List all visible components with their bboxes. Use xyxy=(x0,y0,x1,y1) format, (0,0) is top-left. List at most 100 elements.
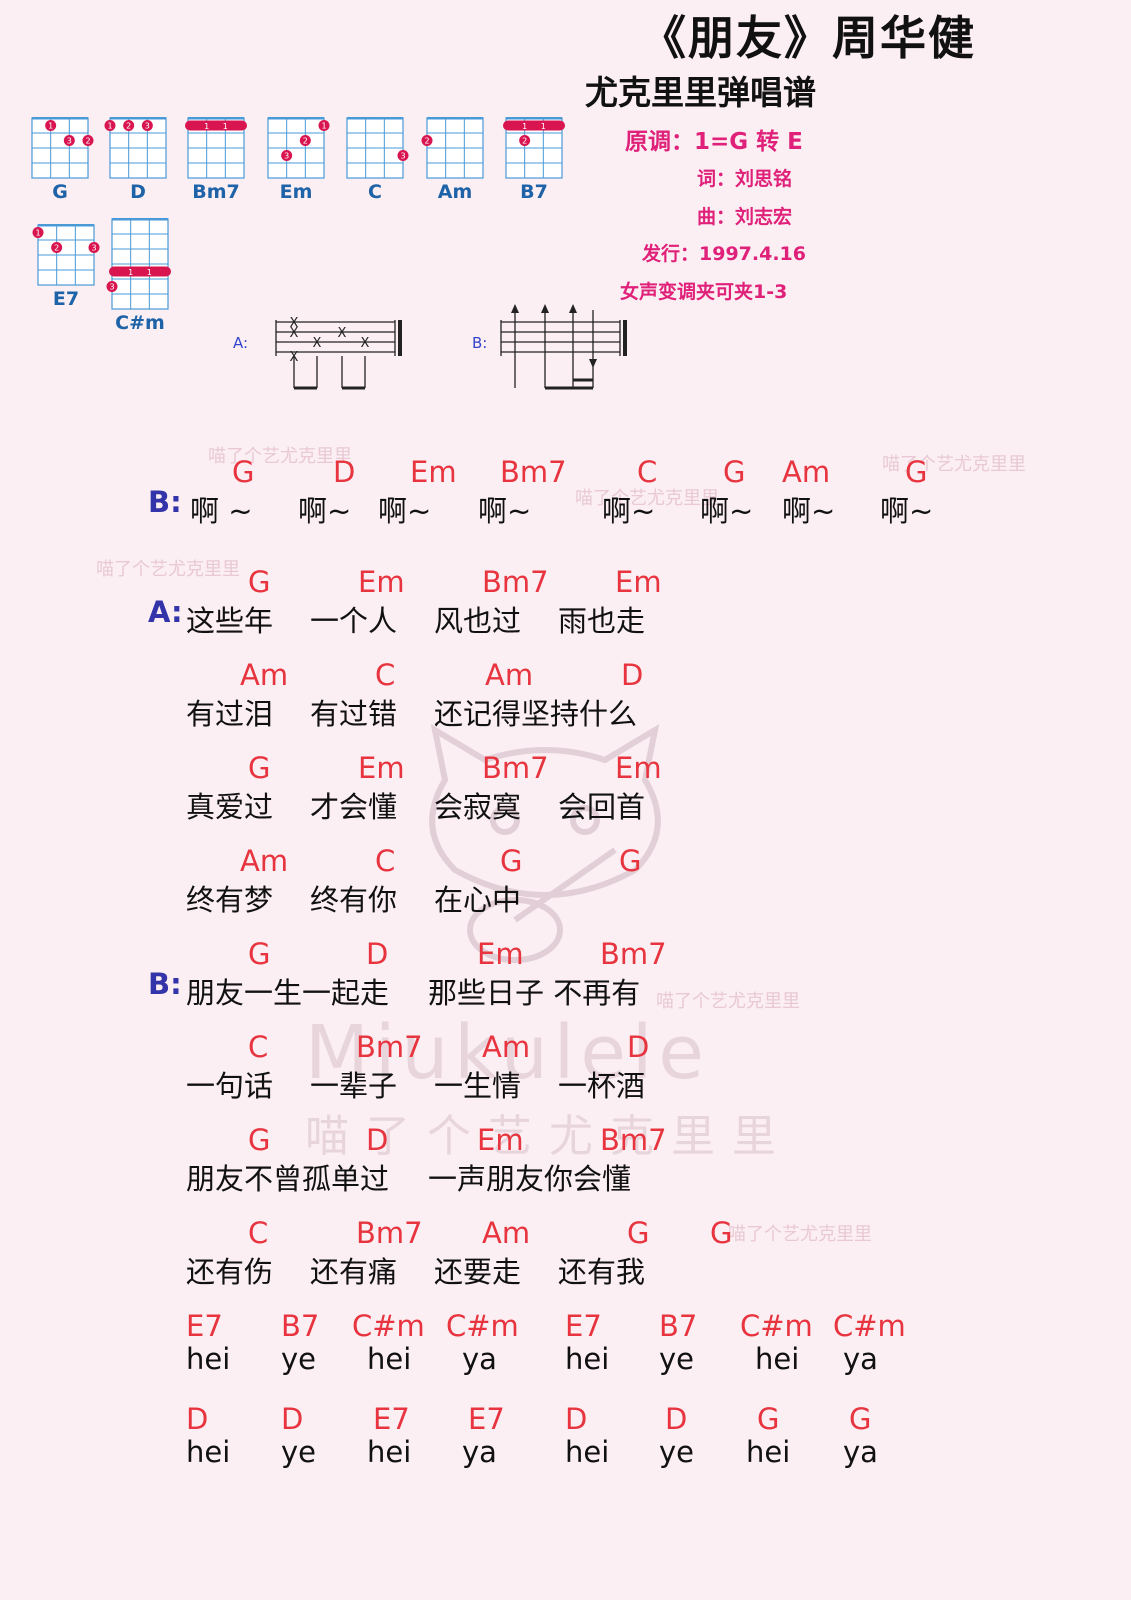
svg-text:1: 1 xyxy=(321,122,326,131)
lyric-text: 会寂寞 xyxy=(434,790,522,824)
chord-symbol: Am xyxy=(482,1216,531,1250)
lyric-text: hei xyxy=(186,1342,231,1376)
lyric-text: 还有痛 xyxy=(310,1255,398,1289)
chord-symbol: C#m xyxy=(446,1309,519,1343)
chord-symbol: D xyxy=(186,1402,209,1436)
lyric-text: 风也过 xyxy=(434,604,522,638)
svg-text:2: 2 xyxy=(303,137,308,146)
svg-text:3: 3 xyxy=(67,137,72,146)
chord-symbol: C xyxy=(375,844,396,878)
svg-text:2: 2 xyxy=(85,137,90,146)
chord-diagram-label: D xyxy=(130,181,146,203)
chord-symbol: C xyxy=(248,1216,269,1250)
chord-symbol: G xyxy=(757,1402,780,1436)
lyric-text: ya xyxy=(462,1435,497,1469)
lyric-text: 啊~ xyxy=(880,494,934,528)
lyric-text: 终有你 xyxy=(310,883,398,917)
lyric-text: 这些年 xyxy=(186,604,274,638)
lyric-text: ye xyxy=(659,1435,695,1469)
chord-symbol: C#m xyxy=(740,1309,813,1343)
chord-diagram-bm7: 11 xyxy=(185,117,247,179)
svg-text:X: X xyxy=(361,336,370,351)
lyric-text: ye xyxy=(281,1342,317,1376)
svg-text:2: 2 xyxy=(54,244,59,253)
chord-symbol: C xyxy=(637,455,658,489)
svg-text:1: 1 xyxy=(223,122,228,131)
chord-symbol: C#m xyxy=(833,1309,906,1343)
section-label: B: xyxy=(148,485,182,519)
svg-text:3: 3 xyxy=(145,122,150,131)
chord-symbol: G xyxy=(619,844,642,878)
lyric-text: 一杯酒 xyxy=(558,1069,646,1103)
strum-a-label: A: xyxy=(233,334,249,352)
chord-symbol: Bm7 xyxy=(356,1030,423,1064)
chord-diagram-label: C#m xyxy=(115,312,165,334)
chord-diagram-c: 3 xyxy=(346,117,409,179)
lyric-text: 终有梦 xyxy=(186,883,274,917)
strum-pattern-b xyxy=(500,304,627,390)
chord-symbol: D xyxy=(333,455,356,489)
chord-diagram-csharpm: 1 1 3 xyxy=(106,218,171,310)
lyric-text: hei xyxy=(565,1342,610,1376)
watermark-text: 喵了个艺尤克里里 xyxy=(728,1224,872,1245)
svg-text:3: 3 xyxy=(400,152,405,161)
svg-text:1: 1 xyxy=(107,122,112,131)
chord-symbol: Em xyxy=(477,1123,524,1157)
chord-symbol: G xyxy=(723,455,746,489)
lyric-text: 在心中 xyxy=(434,883,522,917)
svg-text:3: 3 xyxy=(109,283,114,292)
lyric-text: 真爱过 xyxy=(186,790,274,824)
lyric-text: 一个人 xyxy=(310,604,398,638)
chord-diagram-b7: 1 1 2 xyxy=(503,117,565,179)
strum-b-label: B: xyxy=(472,334,488,352)
chord-symbol: Em xyxy=(615,751,662,785)
chord-symbol: G xyxy=(248,565,271,599)
chord-symbol: Bm7 xyxy=(482,751,549,785)
lyric-text: 啊~ xyxy=(782,494,836,528)
chord-symbol: C#m xyxy=(352,1309,425,1343)
chord-symbol: Bm7 xyxy=(600,937,667,971)
chord-symbol: Am xyxy=(782,455,831,489)
lyric-text: 才会懂 xyxy=(310,790,398,824)
lyric-text: 还要走 xyxy=(434,1255,522,1289)
lyric-text: 还有伤 xyxy=(186,1255,274,1289)
chord-diagram-label: Bm7 xyxy=(192,181,240,203)
lyric-text: 啊~ xyxy=(602,494,656,528)
lyric-text: 还有我 xyxy=(558,1255,646,1289)
composer: 曲：刘志宏 xyxy=(697,206,793,228)
chord-symbol: D xyxy=(621,658,644,692)
svg-text:X: X xyxy=(338,326,347,341)
sheet-subtitle: 尤克里里弹唱谱 xyxy=(585,73,816,112)
svg-text:X: X xyxy=(290,326,299,341)
svg-text:1: 1 xyxy=(48,122,53,131)
lyric-text: 一生情 xyxy=(434,1069,522,1103)
svg-text:1: 1 xyxy=(204,122,209,131)
svg-text:3: 3 xyxy=(284,152,289,161)
lyric-text: 会回首 xyxy=(558,790,646,824)
lyric-text: 啊~ xyxy=(378,494,432,528)
chord-symbol: G xyxy=(248,937,271,971)
svg-text:1: 1 xyxy=(35,229,40,238)
release-date: 发行：1997.4.16 xyxy=(642,243,806,265)
chord-symbol: Bm7 xyxy=(500,455,567,489)
lyric-text: hei xyxy=(755,1342,800,1376)
chord-diagram-label: G xyxy=(52,181,68,203)
lyric-text: ya xyxy=(843,1435,878,1469)
watermark-text: 喵了个艺尤克里里 xyxy=(882,454,1026,475)
svg-text:2: 2 xyxy=(522,137,527,146)
lyric-text: hei xyxy=(186,1435,231,1469)
lyric-text: 啊 ~ xyxy=(190,494,253,528)
chord-symbol: Am xyxy=(482,1030,531,1064)
chord-diagram-g: 1 2 3 xyxy=(31,117,94,179)
chord-symbol: G xyxy=(710,1216,733,1250)
chord-symbol: D xyxy=(627,1030,650,1064)
section-label: A: xyxy=(148,595,183,629)
chord-symbol: D xyxy=(565,1402,588,1436)
chord-symbol: E7 xyxy=(565,1309,602,1343)
strum-pattern-a: XXX XXX xyxy=(275,316,402,390)
lyric-text: 啊~ xyxy=(298,494,352,528)
chord-symbol: G xyxy=(849,1402,872,1436)
chord-symbol: E7 xyxy=(373,1402,410,1436)
svg-text:1: 1 xyxy=(522,122,527,131)
chord-symbol: B7 xyxy=(659,1309,698,1343)
